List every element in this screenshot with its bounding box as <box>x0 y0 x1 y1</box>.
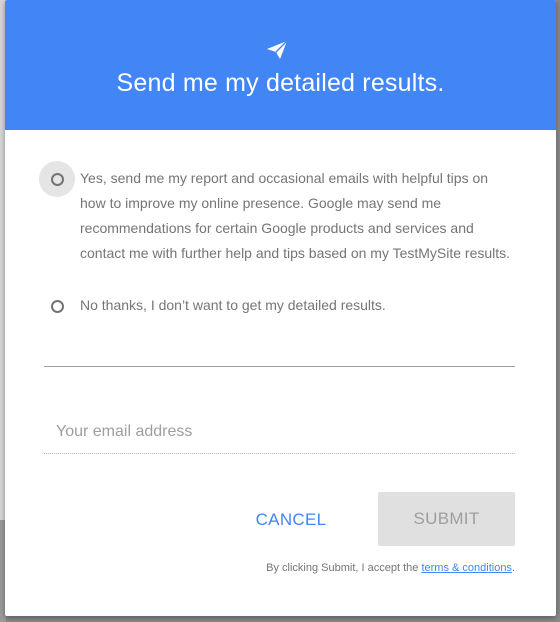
radio-circle-icon <box>50 299 64 313</box>
legal-prefix: By clicking Submit, I accept the <box>266 562 422 574</box>
opt-in-option[interactable]: Yes, send me my report and occasional em… <box>39 161 515 266</box>
cancel-button[interactable]: CANCEL <box>241 494 341 546</box>
opt-out-option[interactable]: No thanks, I don’t want to get my detail… <box>45 290 515 324</box>
dialog-title: Send me my detailed results. <box>116 69 445 97</box>
opt-out-radio[interactable] <box>39 288 75 324</box>
email-field[interactable] <box>44 410 515 454</box>
legal-suffix: . <box>511 562 515 574</box>
radio-circle-icon <box>50 172 64 186</box>
opt-out-label: No thanks, I don’t want to get my detail… <box>80 297 386 313</box>
send-icon <box>267 40 288 59</box>
dialog-header: Send me my detailed results. <box>5 0 556 130</box>
results-dialog: Send me my detailed results. Yes, send m… <box>5 0 556 616</box>
submit-button[interactable]: SUBMIT <box>378 492 515 546</box>
terms-link[interactable]: terms & conditions <box>421 562 511 574</box>
opt-in-radio[interactable] <box>39 161 75 197</box>
divider <box>44 366 515 367</box>
opt-in-label: Yes, send me my report and occasional em… <box>80 170 511 261</box>
legal-notice: By clicking Submit, I accept the terms &… <box>266 562 515 574</box>
